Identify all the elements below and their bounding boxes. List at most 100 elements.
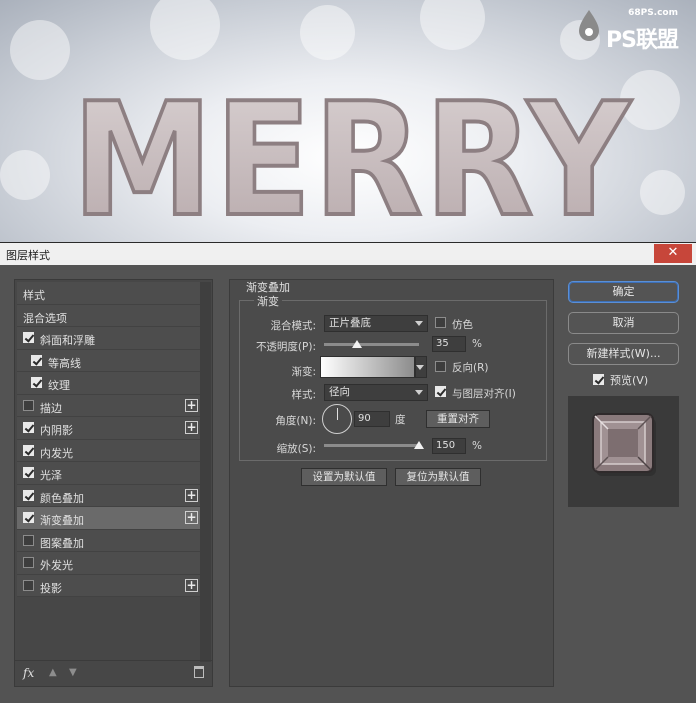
trash-icon[interactable]: [194, 666, 204, 678]
angle-label: 角度(N):: [275, 415, 316, 427]
add-style-icon[interactable]: +: [185, 511, 198, 524]
merry-text: MERRY: [72, 69, 632, 242]
angle-unit: 度: [395, 414, 406, 426]
style-label: 样式:: [291, 389, 316, 401]
canvas-artwork: MERRY 68PS.com PS联盟: [0, 0, 696, 242]
style-item-checkbox[interactable]: [23, 444, 34, 456]
style-item-label: 纹理: [48, 379, 70, 392]
style-item-checkbox[interactable]: [23, 534, 34, 546]
add-style-icon[interactable]: +: [185, 578, 198, 592]
preview-label: 预览(V): [610, 374, 649, 387]
cancel-button[interactable]: 取消: [568, 312, 679, 334]
ok-button[interactable]: 确定: [568, 281, 679, 303]
add-style-icon[interactable]: +: [185, 488, 198, 502]
opacity-slider-thumb[interactable]: [352, 340, 363, 348]
style-dropdown[interactable]: 径向: [324, 384, 428, 401]
styles-list-footer: fx ▲ ▼: [15, 660, 212, 686]
chevron-down-icon: [415, 321, 423, 326]
style-item[interactable]: 外发光: [17, 552, 200, 575]
angle-dial[interactable]: [322, 404, 352, 434]
style-item-checkbox[interactable]: [23, 332, 34, 343]
style-item[interactable]: 渐变叠加 +: [17, 507, 200, 530]
watermark-site: 68PS.com: [628, 8, 678, 18]
fx-button[interactable]: fx: [23, 666, 34, 680]
blend-mode-value: 正片叠底: [329, 317, 371, 329]
opacity-unit: %: [472, 338, 482, 350]
style-item-label: 渐变叠加: [40, 514, 84, 527]
style-item-label: 外发光: [40, 559, 73, 572]
move-down-icon[interactable]: ▼: [69, 667, 77, 678]
dither-label: 仿色: [452, 319, 473, 331]
style-item[interactable]: 内阴影 +: [17, 417, 200, 440]
style-item-label: 等高线: [48, 356, 81, 370]
style-item[interactable]: 斜面和浮雕: [17, 327, 200, 350]
style-item-checkbox[interactable]: [23, 422, 34, 433]
blend-mode-label: 混合模式:: [270, 320, 316, 332]
style-item[interactable]: 光泽: [17, 462, 200, 485]
move-up-icon[interactable]: ▲: [49, 667, 57, 678]
close-button[interactable]: ✕: [654, 244, 692, 263]
style-item-checkbox[interactable]: [23, 489, 34, 501]
chevron-down-icon: [415, 390, 423, 395]
styles-list-panel: 样式混合选项斜面和浮雕等高线纹理描边 + 内阴影 + 内发光光泽颜色叠加 + 渐变叠加 + 图案…: [14, 279, 213, 687]
style-item-label: 内阴影: [40, 424, 73, 437]
style-item-checkbox[interactable]: [23, 512, 34, 523]
style-item-checkbox[interactable]: [23, 467, 34, 478]
style-item-label: 内发光: [40, 446, 73, 460]
add-style-icon[interactable]: +: [185, 398, 198, 412]
style-item[interactable]: 颜色叠加 +: [17, 484, 200, 507]
new-style-button[interactable]: 新建样式(W)...: [568, 343, 679, 365]
style-item-checkbox[interactable]: [23, 557, 34, 568]
style-item[interactable]: 等高线: [17, 349, 200, 372]
style-item[interactable]: 描边 +: [17, 394, 200, 417]
preview-checkbox[interactable]: [593, 374, 604, 385]
style-item[interactable]: 混合选项: [17, 304, 200, 327]
style-item-checkbox[interactable]: [31, 354, 42, 366]
style-item[interactable]: 投影 +: [17, 574, 200, 597]
style-item-label: 描边: [40, 401, 62, 415]
set-default-button[interactable]: 设置为默认值: [301, 468, 387, 486]
preview-thumbnail: [592, 413, 656, 476]
watermark: 68PS.com PS联盟: [576, 8, 686, 54]
reset-default-button[interactable]: 复位为默认值: [395, 468, 481, 486]
style-item[interactable]: 样式: [17, 282, 200, 305]
style-item-checkbox[interactable]: [23, 399, 34, 411]
align-with-layer-label: 与图层对齐(I): [452, 388, 516, 400]
align-with-layer-checkbox[interactable]: [435, 386, 446, 397]
add-style-icon[interactable]: +: [185, 421, 198, 434]
dither-checkbox[interactable]: [435, 317, 446, 328]
style-item-label: 光泽: [40, 469, 62, 482]
watermark-logo: PS联盟: [606, 28, 679, 53]
scale-slider[interactable]: [324, 444, 419, 447]
angle-input[interactable]: 90: [354, 411, 390, 427]
opacity-input[interactable]: 35: [432, 336, 466, 352]
scale-slider-thumb[interactable]: [414, 441, 424, 449]
style-value: 径向: [329, 386, 350, 398]
dialog-title: 图层样式: [6, 249, 50, 262]
scale-unit: %: [472, 440, 482, 452]
style-item-label: 图案叠加: [40, 536, 84, 550]
style-item-checkbox[interactable]: [31, 377, 42, 388]
reset-alignment-button[interactable]: 重置对齐: [426, 410, 490, 428]
style-item-checkbox[interactable]: [23, 579, 34, 591]
gradient-picker[interactable]: [320, 356, 415, 378]
reverse-label: 反向(R): [452, 362, 489, 374]
blend-mode-dropdown[interactable]: 正片叠底: [324, 315, 428, 332]
gradient-dropdown[interactable]: [415, 356, 427, 378]
styles-list-scrollbar[interactable]: [200, 282, 211, 662]
scale-label: 缩放(S):: [276, 443, 316, 455]
style-item[interactable]: 图案叠加: [17, 529, 200, 552]
reverse-checkbox[interactable]: [435, 361, 446, 372]
dialog-titlebar[interactable]: 图层样式 ✕: [0, 243, 696, 265]
style-preview: [568, 396, 679, 507]
style-item-label: 颜色叠加: [40, 491, 84, 505]
style-item-label: 投影: [40, 581, 62, 595]
gradient-overlay-panel: 渐变叠加 渐变 混合模式: 正片叠底 仿色 不透明度(P): 35 % 渐变: …: [229, 279, 554, 687]
scale-input[interactable]: 150: [432, 438, 466, 454]
style-item-label: 混合选项: [23, 311, 67, 325]
style-item[interactable]: 内发光: [17, 439, 200, 462]
style-item[interactable]: 纹理: [17, 372, 200, 395]
gradient-label: 渐变:: [291, 366, 316, 378]
opacity-slider[interactable]: [324, 343, 419, 346]
chevron-down-icon: [416, 365, 424, 370]
